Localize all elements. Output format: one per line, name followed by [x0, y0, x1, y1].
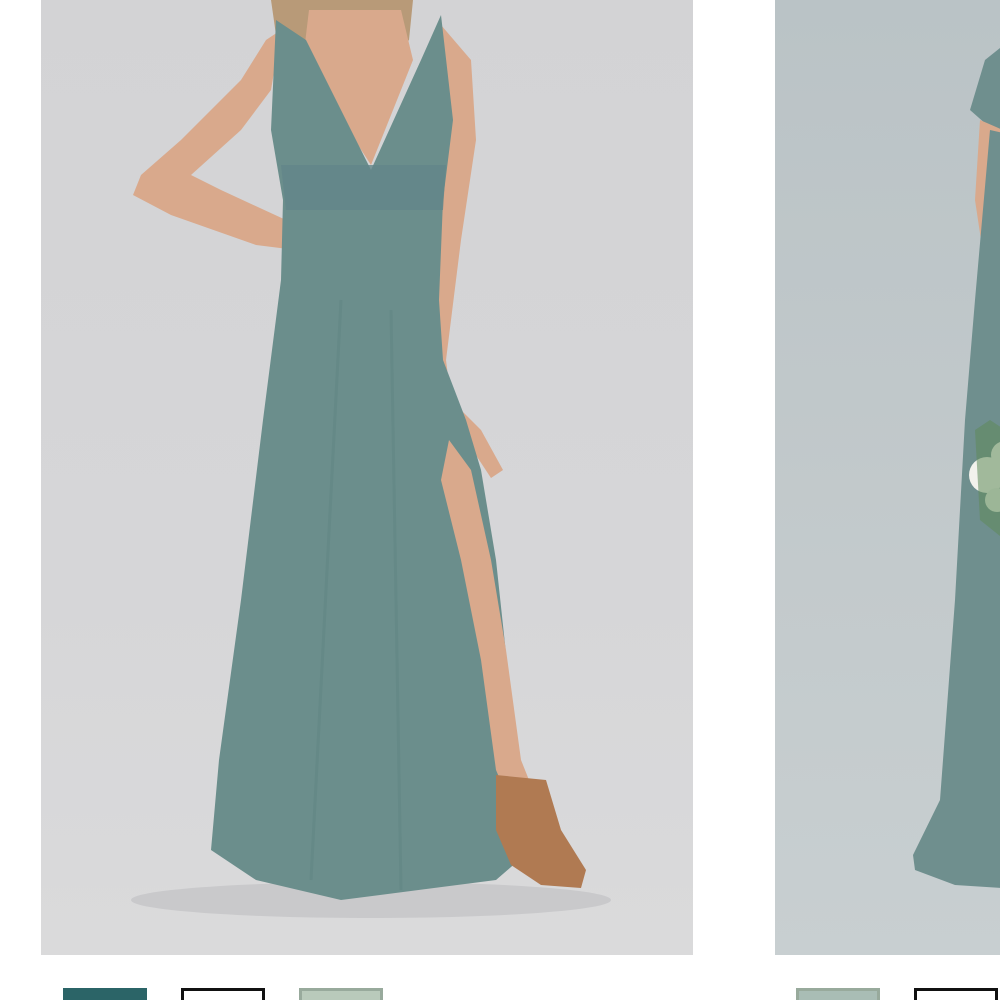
color-swatch-sage[interactable] — [299, 988, 383, 1000]
waistband — [281, 165, 446, 210]
color-swatch-teal[interactable] — [63, 988, 147, 1000]
product-card[interactable] — [41, 0, 693, 1000]
dress-photo — [131, 0, 611, 918]
color-swatch-sage[interactable] — [796, 988, 880, 1000]
color-swatch-white[interactable] — [181, 988, 265, 1000]
product-image[interactable] — [775, 0, 1000, 955]
color-swatch-white[interactable] — [914, 988, 998, 1000]
product-image[interactable] — [41, 0, 693, 955]
product-grid — [0, 0, 1000, 1000]
dress-photo — [913, 48, 1000, 888]
shoe — [496, 775, 586, 888]
product-card[interactable] — [775, 0, 1000, 1000]
